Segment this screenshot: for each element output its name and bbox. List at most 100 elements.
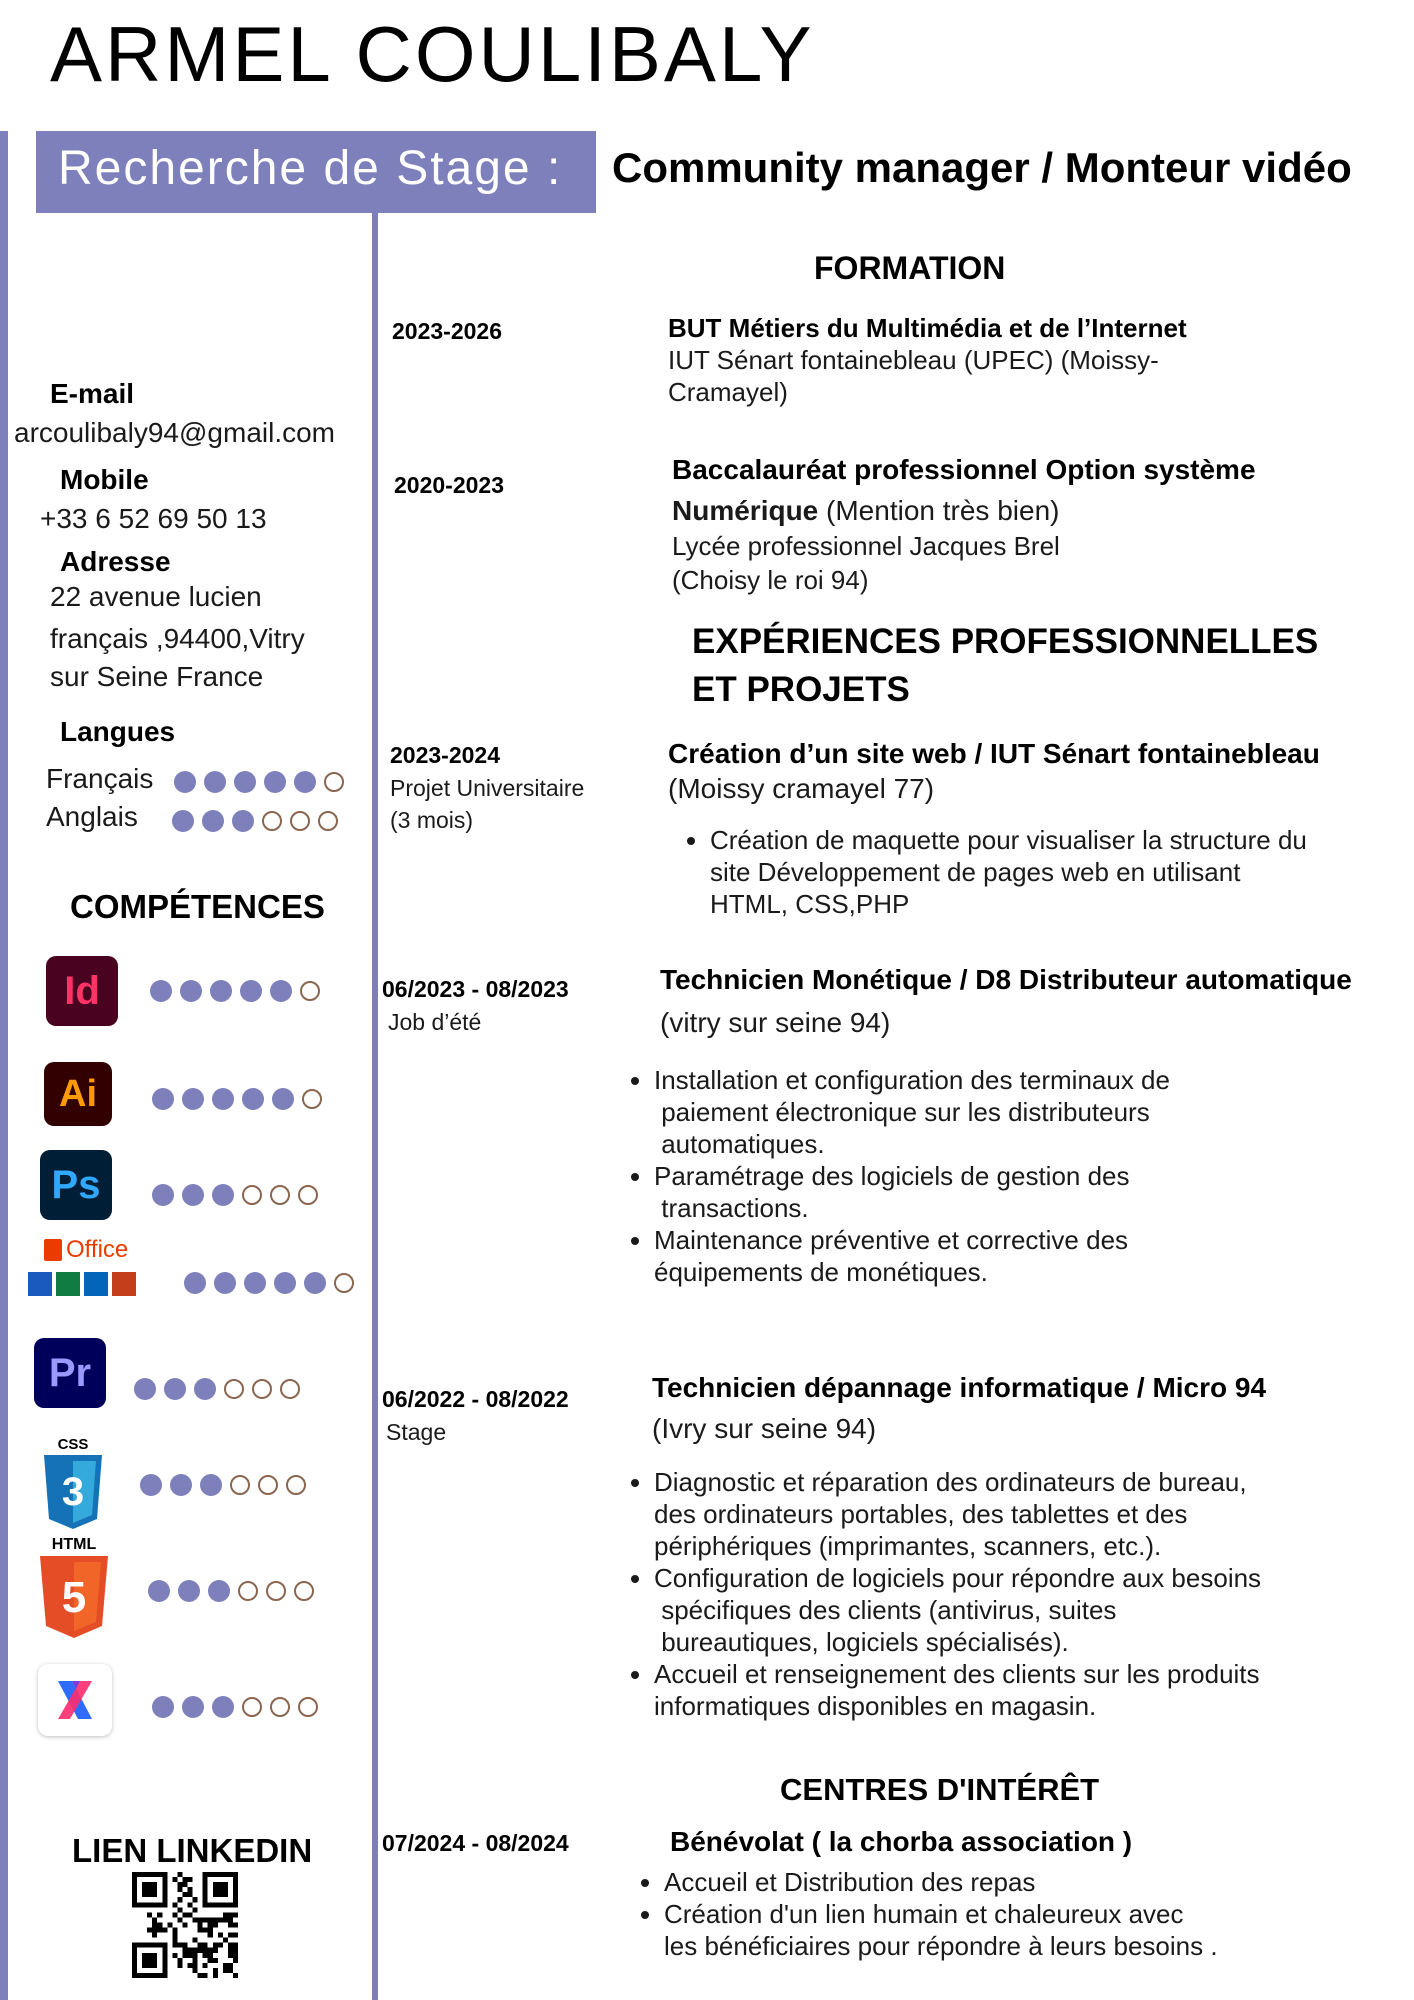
rating-dot-filled (294, 771, 316, 793)
experience-bullet: Accueil et renseignement des clients sur… (654, 1658, 1261, 1722)
experience-role: Technicien dépannage informatique / Micr… (652, 1372, 1267, 1403)
rating-dot-empty (242, 1697, 262, 1717)
experience-date: 2023-2024 (390, 742, 500, 768)
formation-title-item: BUT Métiers du Multimédia et de l’Intern… (668, 313, 1187, 343)
left-accent-bar (0, 131, 8, 2000)
experience-role: Technicien Monétique / D8 Distributeur a… (660, 964, 1352, 995)
rating-dot-filled (182, 1088, 204, 1110)
experience-bullets: Diagnostic et réparation des ordinateurs… (624, 1466, 1261, 1722)
experience-bullet: Configuration de logiciels pour répondre… (654, 1562, 1261, 1658)
experience-date: 06/2023 - 08/2023 (382, 976, 569, 1002)
experience-bullet: Création de maquette pour visualiser la … (710, 824, 1307, 920)
rating-dot-empty (324, 772, 344, 792)
office-icon: Office (28, 1236, 154, 1306)
skill-rating (150, 980, 320, 1002)
rating-dot-filled (270, 980, 292, 1002)
rating-dot-filled (134, 1378, 156, 1400)
rating-dot-filled (212, 1696, 234, 1718)
rating-dot-empty (286, 1475, 306, 1495)
formation-detail: Lycée professionnel Jacques Brel (672, 531, 1060, 561)
formation-title-item: Baccalauréat professionnel Option systèm… (672, 454, 1256, 485)
skill-rating (184, 1272, 354, 1294)
svg-text:3: 3 (62, 1470, 84, 1514)
formation-detail: Cramayel) (668, 377, 788, 407)
experience-duration: (3 mois) (390, 807, 474, 833)
illustrator-icon: Ai (44, 1062, 112, 1126)
rating-dot-filled (182, 1184, 204, 1206)
experience-type: Projet Universitaire (390, 775, 585, 801)
rating-dot-filled (214, 1272, 236, 1294)
interests-date: 07/2024 - 08/2024 (382, 1830, 569, 1856)
rating-dot-filled (178, 1580, 200, 1602)
rating-dot-filled (194, 1378, 216, 1400)
rating-dot-filled (180, 980, 202, 1002)
rating-dot-empty (302, 1089, 322, 1109)
rating-dot-empty (262, 811, 282, 831)
target-position: Community manager / Monteur vidéo (612, 144, 1352, 191)
experience-location: (Moissy cramayel 77) (668, 773, 935, 804)
rating-dot-filled (182, 1696, 204, 1718)
band-text: Recherche de Stage : (58, 142, 563, 195)
photoshop-icon: Ps (40, 1150, 112, 1220)
experience-date: 06/2022 - 08/2022 (382, 1386, 569, 1412)
experience-bullet: Diagnostic et réparation des ordinateurs… (654, 1466, 1261, 1562)
formation-title-item-line2: Numérique (Mention très bien) (672, 495, 1060, 526)
rating-dot-filled (140, 1474, 162, 1496)
rating-dot-empty (298, 1697, 318, 1717)
skill-rating (148, 1580, 314, 1602)
rating-dot-filled (244, 1272, 266, 1294)
rating-dot-filled (152, 1696, 174, 1718)
rating-dot-filled (242, 1088, 264, 1110)
language-rating (174, 771, 344, 793)
address-line: 22 avenue lucien (50, 581, 262, 612)
experience-location: (Ivry sur seine 94) (652, 1413, 877, 1444)
rating-dot-empty (224, 1379, 244, 1399)
interests-subtitle: Bénévolat ( la chorba association ) (670, 1826, 1133, 1857)
rating-dot-filled (200, 1474, 222, 1496)
language-rating (172, 810, 338, 832)
rating-dot-empty (266, 1581, 286, 1601)
rating-dot-filled (172, 810, 194, 832)
skill-rating (152, 1088, 322, 1110)
rating-dot-empty (238, 1581, 258, 1601)
email-value[interactable]: arcoulibaly94@gmail.com (14, 414, 335, 452)
rating-dot-filled (212, 1184, 234, 1206)
experience-bullet: Paramétrage des logiciels de gestion des… (654, 1160, 1170, 1224)
skill-rating (152, 1696, 318, 1718)
skill-rating (134, 1378, 300, 1400)
rating-dot-empty (252, 1379, 272, 1399)
rating-dot-filled (212, 1088, 234, 1110)
formation-detail: IUT Sénart fontainebleau (UPEC) (Moissy- (668, 345, 1159, 375)
experience-bullet: Installation et configuration des termin… (654, 1064, 1170, 1160)
rating-dot-filled (152, 1184, 174, 1206)
rating-dot-filled (210, 980, 232, 1002)
rating-dot-empty (294, 1581, 314, 1601)
experience-type: Stage (386, 1419, 447, 1445)
linkedin-label: LIEN LINKEDIN (72, 1832, 313, 1869)
rating-dot-empty (300, 981, 320, 1001)
experience-bullets: Création de maquette pour visualiser la … (680, 824, 1307, 920)
rating-dot-filled (204, 771, 226, 793)
rating-dot-filled (264, 771, 286, 793)
interests-bullet: Accueil et Distribution des repas (664, 1866, 1218, 1898)
rating-dot-empty (290, 811, 310, 831)
rating-dot-filled (148, 1580, 170, 1602)
linkedin-qr-code[interactable] (132, 1872, 238, 1978)
rating-dot-filled (152, 1088, 174, 1110)
title-band: Recherche de Stage : (36, 131, 596, 213)
rating-dot-filled (232, 810, 254, 832)
candidate-name: ARMEL COULIBALY (50, 10, 815, 98)
css-icon: CSS 3 (40, 1436, 106, 1532)
rating-dot-filled (174, 771, 196, 793)
experience-title: EXPÉRIENCES PROFESSIONNELLES (692, 622, 1319, 661)
column-divider (372, 213, 378, 2000)
rating-dot-filled (208, 1580, 230, 1602)
address-line: français ,94400,Vitry (50, 623, 305, 654)
rating-dot-empty (298, 1185, 318, 1205)
skill-rating (152, 1184, 318, 1206)
rating-dot-filled (274, 1272, 296, 1294)
rating-dot-filled (150, 980, 172, 1002)
rating-dot-filled (304, 1272, 326, 1294)
rating-dot-filled (184, 1272, 206, 1294)
formation-detail: (Choisy le roi 94) (672, 565, 869, 595)
